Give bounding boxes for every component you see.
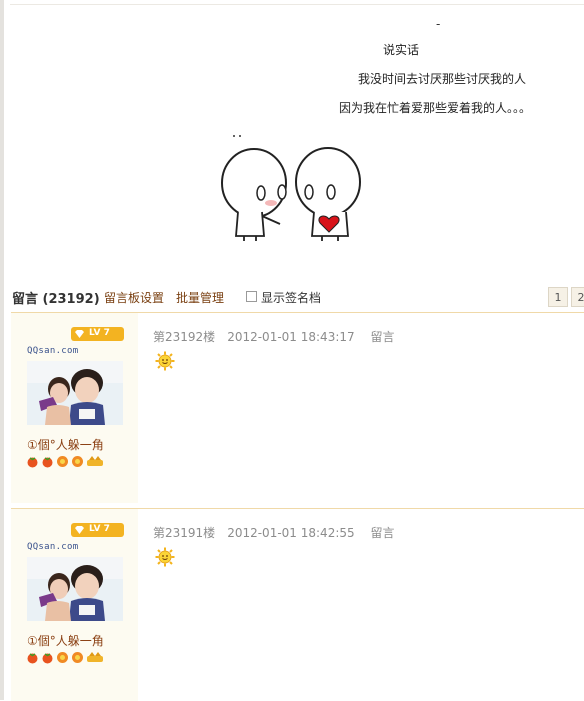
message-datetime: 2012-01-01 18:43:17 (227, 330, 355, 344)
flower-medal-icon (57, 652, 68, 663)
message-author-panel: LV 7 QQsan.com ①個°人躲一角 (11, 313, 138, 503)
crown-medal-icon (87, 652, 103, 662)
author-name[interactable]: ①個°人躲一角 (27, 436, 104, 453)
flower-medal-icon (72, 652, 83, 663)
cartoon-couple-image (214, 116, 364, 248)
sun-smiley-icon (155, 547, 175, 567)
show-signature-label: 显示签名档 (261, 291, 322, 305)
level-badge: LV 7 (71, 523, 124, 537)
medal-row (26, 651, 106, 665)
guestbook-title: 留言 (23192) (12, 292, 100, 307)
diamond-icon (75, 526, 84, 534)
tomato-medal-icon (27, 653, 38, 664)
crown-medal-icon (87, 456, 103, 466)
message-meta: 第23192楼 2012-01-01 18:43:17 留言 (153, 328, 394, 345)
tomato-medal-icon (42, 457, 53, 468)
medal-row (26, 455, 106, 469)
page-2-button[interactable]: 2 (571, 287, 584, 307)
batch-manage-link[interactable]: 批量管理 (176, 289, 224, 306)
avatar[interactable] (27, 557, 123, 621)
guestbook-message: LV 7 QQsan.com ①個°人躲一角 第23191楼 2012-01-01… (11, 508, 584, 701)
tomato-medal-icon (27, 457, 38, 468)
guestbook-message: LV 7 QQsan.com ①個°人躲一角 第23192楼 2012-01-01… (11, 312, 584, 503)
signature-dash: - (436, 17, 441, 31)
guestbook-settings-link[interactable]: 留言板设置 (104, 289, 164, 306)
signature-line-2: 我没时间去讨厌那些讨厌我的人 (358, 72, 527, 86)
avatar[interactable] (27, 361, 123, 425)
signature-area: - 说实话 我没时间去讨厌那些讨厌我的人 因为我在忙着爱那些爱着我的人。。。 (0, 0, 584, 260)
message-action-label: 留言 (370, 526, 395, 540)
signature-line-1: 说实话 (383, 43, 420, 57)
show-signature-checkbox[interactable] (246, 291, 257, 302)
message-meta: 第23191楼 2012-01-01 18:42:55 留言 (153, 524, 394, 541)
floor-number: 第23191楼 (153, 526, 216, 540)
level-text: LV 7 (89, 524, 110, 534)
flower-medal-icon (72, 456, 83, 467)
page-1-button[interactable]: 1 (548, 287, 568, 307)
guestbook-header: 留言 (23192) 留言板设置 批量管理 显示签名档 1 2 (10, 284, 584, 310)
site-watermark: QQsan.com (27, 542, 79, 552)
message-datetime: 2012-01-01 18:42:55 (227, 526, 355, 540)
signature-line-3: 因为我在忙着爱那些爱着我的人。。。 (339, 101, 532, 115)
diamond-icon (75, 330, 84, 338)
level-text: LV 7 (89, 328, 110, 338)
floor-number: 第23192楼 (153, 330, 216, 344)
level-badge: LV 7 (71, 327, 124, 341)
message-author-panel: LV 7 QQsan.com ①個°人躲一角 (11, 509, 138, 701)
sun-smiley-icon (155, 351, 175, 371)
flower-medal-icon (57, 456, 68, 467)
author-name[interactable]: ①個°人躲一角 (27, 632, 104, 649)
site-watermark: QQsan.com (27, 346, 79, 356)
tomato-medal-icon (42, 653, 53, 664)
message-action-label: 留言 (370, 330, 395, 344)
